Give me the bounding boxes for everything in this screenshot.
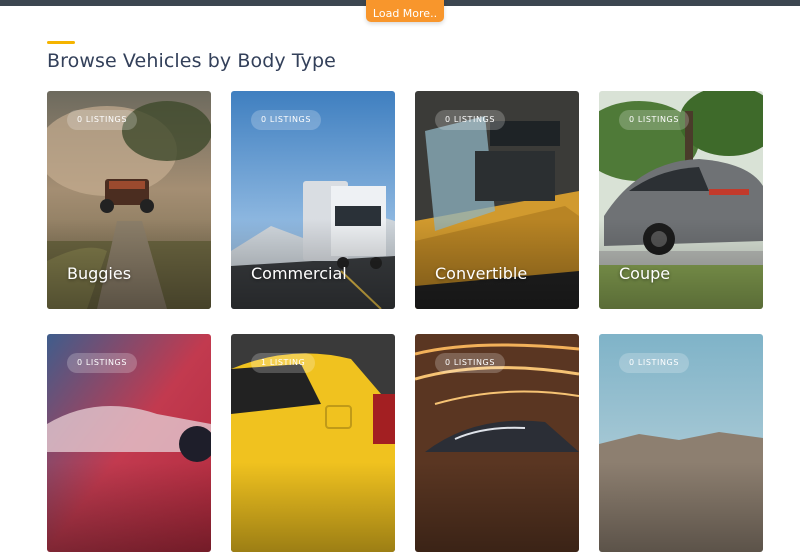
card-shade (599, 462, 763, 552)
body-type-card-5[interactable]: 0 LISTINGS (47, 334, 211, 552)
listings-badge: 0 LISTINGS (619, 110, 690, 130)
listings-badge: 0 LISTINGS (251, 110, 322, 130)
listings-badge: 0 LISTINGS (435, 353, 506, 373)
card-shade (231, 462, 395, 552)
section-title: Browse Vehicles by Body Type (47, 50, 336, 72)
listings-badge: 1 LISTING (251, 353, 316, 373)
card-shade (415, 462, 579, 552)
section-accent-line (47, 41, 75, 44)
load-more-button[interactable]: Load More.. (366, 0, 444, 22)
listings-badge: 0 LISTINGS (435, 110, 506, 130)
listings-badge: 0 LISTINGS (67, 110, 138, 130)
body-type-title: Commercial (251, 264, 347, 283)
body-type-title: Convertible (435, 264, 528, 283)
card-shade (47, 462, 211, 552)
body-type-card-7[interactable]: 0 LISTINGS (415, 334, 579, 552)
body-type-title: Coupe (619, 264, 671, 283)
body-type-card-commercial[interactable]: 0 LISTINGS Commercial (231, 91, 395, 309)
listings-badge: 0 LISTINGS (67, 353, 138, 373)
body-type-card-8[interactable]: 0 LISTINGS (599, 334, 763, 552)
body-type-card-buggies[interactable]: 0 LISTINGS Buggies (47, 91, 211, 309)
listings-badge: 0 LISTINGS (619, 353, 690, 373)
body-type-card-coupe[interactable]: 0 LISTINGS Coupe (599, 91, 763, 309)
body-type-title: Buggies (67, 264, 132, 283)
body-type-card-6[interactable]: 1 LISTING (231, 334, 395, 552)
body-type-card-convertible[interactable]: 0 LISTINGS Convertible (415, 91, 579, 309)
